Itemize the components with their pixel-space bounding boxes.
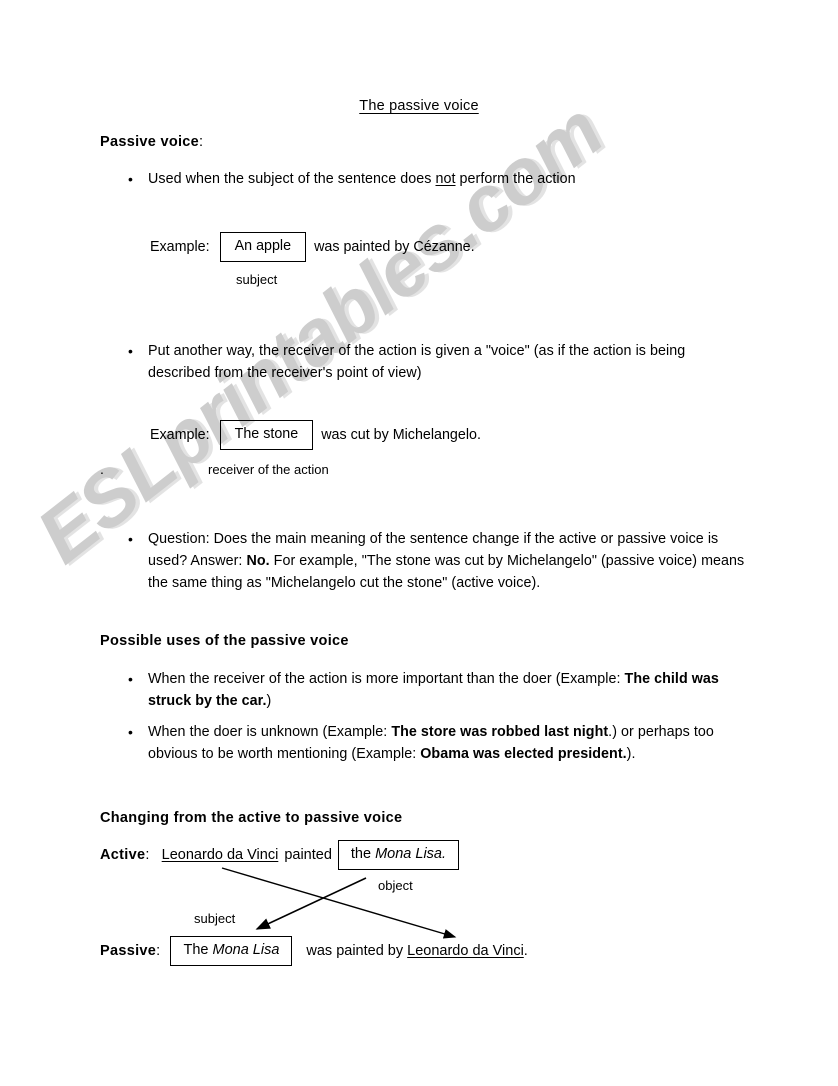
bullet-1-underlined: not xyxy=(435,171,456,187)
active-object-box: the Mona Lisa. xyxy=(337,840,460,870)
passive-label-colon: : xyxy=(156,943,161,959)
use-2-plain-3: ). xyxy=(626,746,636,762)
list-item: • When the receiver of the action is mor… xyxy=(128,668,746,712)
list-item-text: Used when the subject of the sentence do… xyxy=(148,168,576,190)
arrow-subject-to-agent xyxy=(221,867,457,939)
passive-subject-prefix: The xyxy=(183,942,213,958)
example-caption-receiver: receiver of the action xyxy=(208,462,329,477)
active-label: Active: xyxy=(100,847,150,863)
example-block-stone: Example: The stone was cut by Michelange… xyxy=(150,420,481,450)
worksheet-page: ESLprintables.com The passive voice Pass… xyxy=(0,0,838,1086)
passive-subject-box: The Mona Lisa xyxy=(170,936,293,966)
passive-tail-underlined: Leonardo da Vinci xyxy=(407,943,524,959)
use-2-bold-1: The store was robbed last night xyxy=(391,724,609,740)
passive-subject-italic: Mona Lisa xyxy=(212,942,280,958)
page-title: The passive voice xyxy=(0,98,838,114)
use-1-plain-2: ) xyxy=(266,693,272,709)
section-heading-changing-voice: Changing from the active to passive voic… xyxy=(100,810,403,826)
list-item: • Put another way, the receiver of the a… xyxy=(128,340,743,384)
section-heading-passive-voice-colon: : xyxy=(199,134,204,150)
passive-tail: was painted by Leonardo da Vinci. xyxy=(306,943,527,959)
list-item-text: When the doer is unknown (Example: The s… xyxy=(148,721,746,765)
section-heading-passive-voice: Passive voice: xyxy=(100,134,203,150)
list-item-text: Question: Does the main meaning of the s… xyxy=(148,528,746,594)
use-2-plain-1: When the doer is unknown (Example: xyxy=(148,724,392,740)
list-item: • Used when the subject of the sentence … xyxy=(128,168,728,190)
passive-label: Passive: xyxy=(100,943,160,959)
bullet-icon: • xyxy=(128,343,133,359)
section-heading-passive-voice-label: Passive voice xyxy=(100,134,200,150)
diagram-caption-object: object xyxy=(378,878,413,893)
use-2-bold-2: Obama was elected president. xyxy=(420,746,627,762)
example-label: Example: xyxy=(150,239,210,255)
active-label-colon: : xyxy=(145,847,150,863)
example-tail-text: was cut by Michelangelo. xyxy=(321,427,481,443)
arrow-object-to-subject xyxy=(255,877,367,930)
example-box-receiver: The stone xyxy=(219,420,314,450)
watermark-text: ESLprintables.com xyxy=(20,85,619,580)
list-item: • Question: Does the main meaning of the… xyxy=(128,528,746,594)
use-1-plain-1: When the receiver of the action is more … xyxy=(148,671,625,687)
active-verb: painted xyxy=(284,847,332,863)
diagram-caption-subject: subject xyxy=(194,911,236,926)
bullet-1-after: perform the action xyxy=(455,171,576,187)
active-label-text: Active xyxy=(100,847,146,863)
bullet-1-before: Used when the subject of the sentence do… xyxy=(148,171,436,187)
active-subject-text: Leonardo da Vinci xyxy=(161,847,279,863)
page-title-text: The passive voice xyxy=(359,98,479,114)
list-item-text: When the receiver of the action is more … xyxy=(148,668,746,712)
list-item: • When the doer is unknown (Example: The… xyxy=(128,721,746,765)
stray-period-mark: . xyxy=(100,461,104,477)
example-caption-subject: subject xyxy=(236,272,278,287)
example-label: Example: xyxy=(150,427,210,443)
example-tail-text: was painted by Cézanne. xyxy=(314,239,475,255)
section-heading-possible-uses: Possible uses of the passive voice xyxy=(100,633,349,649)
bullet-icon: • xyxy=(128,171,133,187)
example-box-subject: An apple xyxy=(219,232,307,262)
passive-tail-prefix: was painted by xyxy=(306,943,408,959)
active-sentence-row: Active: Leonardo da Vinci painted the Mo… xyxy=(100,840,460,870)
bullet-icon: • xyxy=(128,724,133,740)
bullet-icon: • xyxy=(128,531,133,547)
active-object-italic: Mona Lisa. xyxy=(375,846,447,862)
active-object-prefix: the xyxy=(350,846,376,862)
passive-tail-suffix: . xyxy=(523,943,528,959)
question-answer-bold: No. xyxy=(246,553,270,569)
passive-label-text: Passive xyxy=(100,943,157,959)
active-subject-underlined: Leonardo da Vinci xyxy=(162,847,279,863)
list-item-text: Put another way, the receiver of the act… xyxy=(148,343,686,381)
bullet-icon: • xyxy=(128,671,133,687)
passive-sentence-row: Passive: The Mona Lisa was painted by Le… xyxy=(100,936,528,966)
example-block-apple: Example: An apple was painted by Cézanne… xyxy=(150,232,475,262)
